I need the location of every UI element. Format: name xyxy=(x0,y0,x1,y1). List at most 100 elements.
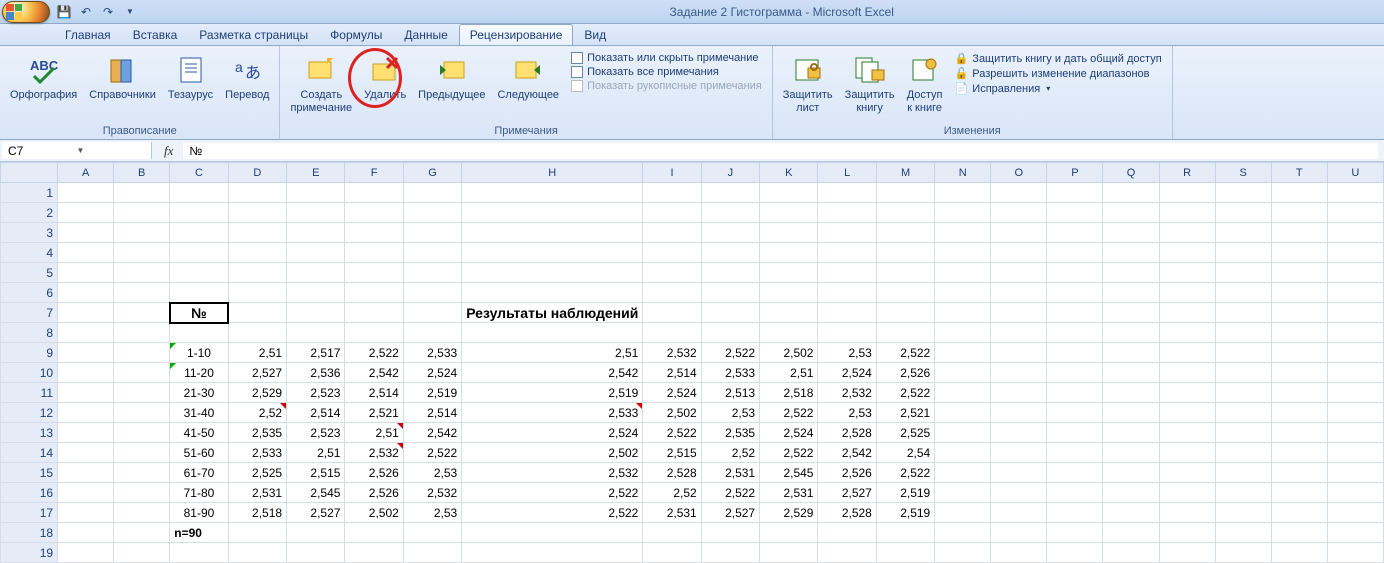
column-header[interactable]: H xyxy=(462,163,643,183)
cell[interactable]: 2,522 xyxy=(462,503,643,523)
cell[interactable] xyxy=(701,523,759,543)
cell[interactable] xyxy=(287,543,345,563)
cell[interactable] xyxy=(1159,183,1215,203)
cell[interactable] xyxy=(1047,183,1103,203)
cell[interactable] xyxy=(1215,403,1271,423)
cell[interactable]: 51-60 xyxy=(170,443,228,463)
cell[interactable] xyxy=(287,203,345,223)
cell[interactable] xyxy=(1103,363,1159,383)
cell[interactable]: 2,52 xyxy=(228,403,286,423)
cell[interactable] xyxy=(403,323,461,343)
qat-dropdown-icon[interactable]: ▼ xyxy=(122,4,138,20)
cell[interactable]: 2,533 xyxy=(462,403,643,423)
cell[interactable] xyxy=(1047,463,1103,483)
cell[interactable] xyxy=(760,223,818,243)
cell[interactable] xyxy=(114,363,170,383)
cell[interactable]: 61-70 xyxy=(170,463,228,483)
cell[interactable] xyxy=(114,483,170,503)
cell[interactable] xyxy=(1271,183,1327,203)
cell[interactable] xyxy=(345,323,403,343)
cell[interactable] xyxy=(462,183,643,203)
cell[interactable] xyxy=(1159,203,1215,223)
cell[interactable] xyxy=(403,223,461,243)
cell[interactable] xyxy=(1327,303,1383,323)
cell[interactable]: 2,528 xyxy=(818,503,876,523)
cell[interactable] xyxy=(991,503,1047,523)
cell[interactable] xyxy=(935,323,991,343)
cell[interactable] xyxy=(876,543,934,563)
cell[interactable] xyxy=(643,203,701,223)
cell[interactable] xyxy=(114,323,170,343)
cell[interactable] xyxy=(1215,443,1271,463)
cell[interactable] xyxy=(1159,483,1215,503)
cell[interactable]: 2,53 xyxy=(701,403,759,423)
cell[interactable] xyxy=(170,283,228,303)
cell[interactable] xyxy=(760,303,818,323)
cell[interactable]: 2,535 xyxy=(701,423,759,443)
track-changes-button[interactable]: 📄Исправления▾ xyxy=(955,82,1162,95)
cell[interactable] xyxy=(1215,223,1271,243)
cell[interactable] xyxy=(1271,323,1327,343)
cell[interactable] xyxy=(1327,283,1383,303)
cell[interactable] xyxy=(1271,483,1327,503)
cell[interactable] xyxy=(1271,263,1327,283)
cell[interactable] xyxy=(701,283,759,303)
cell[interactable] xyxy=(935,183,991,203)
cell[interactable] xyxy=(991,243,1047,263)
cell[interactable] xyxy=(1103,243,1159,263)
spreadsheet-grid[interactable]: ABCDEFGHIJKLMNOPQRSTU 1234567№Результаты… xyxy=(0,162,1384,563)
cell[interactable] xyxy=(818,303,876,323)
cell[interactable] xyxy=(876,223,934,243)
cell[interactable] xyxy=(1215,523,1271,543)
cell[interactable] xyxy=(818,323,876,343)
cell[interactable] xyxy=(818,523,876,543)
row-header[interactable]: 4 xyxy=(1,243,58,263)
cell[interactable] xyxy=(1047,363,1103,383)
cell[interactable] xyxy=(1047,283,1103,303)
cell[interactable] xyxy=(991,283,1047,303)
cell[interactable] xyxy=(1327,383,1383,403)
cell[interactable] xyxy=(228,303,286,323)
cell[interactable] xyxy=(701,323,759,343)
cell[interactable] xyxy=(1159,243,1215,263)
cell[interactable] xyxy=(462,323,643,343)
cell[interactable] xyxy=(1159,283,1215,303)
cell[interactable]: 2,526 xyxy=(818,463,876,483)
cell[interactable] xyxy=(935,543,991,563)
cell[interactable]: Результаты наблюдений xyxy=(462,303,643,323)
cell[interactable] xyxy=(1103,523,1159,543)
cell[interactable]: 2,53 xyxy=(403,463,461,483)
cell[interactable] xyxy=(1215,283,1271,303)
share-workbook-button[interactable]: Доступ к книге xyxy=(903,50,947,116)
cell[interactable] xyxy=(403,283,461,303)
cell[interactable] xyxy=(1271,283,1327,303)
column-header[interactable]: G xyxy=(403,163,461,183)
cell[interactable]: 2,531 xyxy=(701,463,759,483)
cell[interactable] xyxy=(1327,463,1383,483)
cell[interactable]: 2,536 xyxy=(287,363,345,383)
cell[interactable] xyxy=(1327,483,1383,503)
cell[interactable] xyxy=(1271,543,1327,563)
cell[interactable]: 1-10 xyxy=(170,343,228,363)
show-hide-comment-button[interactable]: Показать или скрыть примечание xyxy=(571,52,762,64)
cell[interactable] xyxy=(58,543,114,563)
cell[interactable] xyxy=(1103,443,1159,463)
cell[interactable]: 2,523 xyxy=(287,423,345,443)
cell[interactable] xyxy=(643,323,701,343)
cell[interactable] xyxy=(1047,243,1103,263)
cell[interactable] xyxy=(876,203,934,223)
cell[interactable] xyxy=(701,263,759,283)
cell[interactable] xyxy=(403,203,461,223)
column-header[interactable]: S xyxy=(1215,163,1271,183)
protect-sheet-button[interactable]: Защитить лист xyxy=(779,50,837,116)
cell[interactable] xyxy=(287,303,345,323)
cell[interactable]: 2,529 xyxy=(228,383,286,403)
cell[interactable] xyxy=(643,263,701,283)
cell[interactable]: 2,522 xyxy=(760,403,818,423)
cell[interactable] xyxy=(1327,443,1383,463)
cell[interactable] xyxy=(462,283,643,303)
cell[interactable]: 2,527 xyxy=(228,363,286,383)
cell[interactable]: 2,532 xyxy=(403,483,461,503)
cell[interactable] xyxy=(1159,223,1215,243)
office-button[interactable] xyxy=(2,1,50,23)
